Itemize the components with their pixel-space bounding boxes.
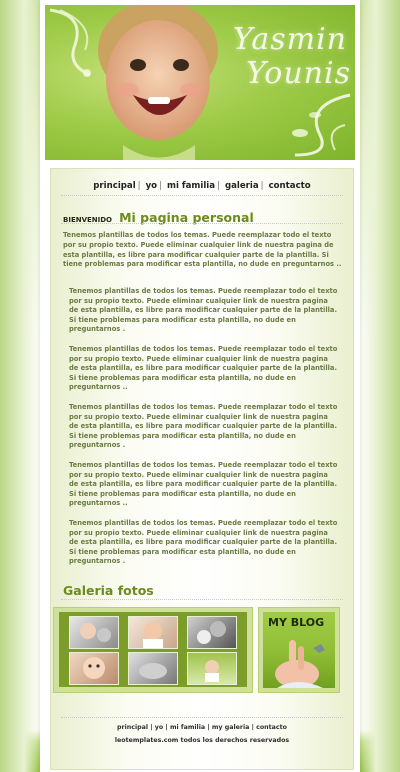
nav-link-yo[interactable]: yo — [146, 181, 158, 191]
footer-link-mi-familia[interactable]: mi familia — [170, 724, 205, 731]
content-panel: principal | yo | mi familia | galeria | cont… — [50, 168, 354, 770]
gallery-thumbnail[interactable] — [187, 652, 237, 685]
right-background-glow — [360, 0, 400, 772]
footer-copyright: leotemplates.com todos los derechos rese… — [114, 737, 290, 744]
baby-photo-icon — [205, 660, 219, 682]
header-banner: Yasmin Younis — [45, 5, 355, 160]
baby-photo-icon — [139, 663, 167, 679]
baby-photo-icon — [197, 621, 226, 644]
corner-swirl-ornament — [49, 8, 91, 77]
floral-swirl-ornament — [292, 93, 351, 157]
content-paragraph: Tenemos plantillas de todos los temas. P… — [69, 461, 338, 508]
baby-hand-icon — [275, 640, 325, 688]
main-navigation: principal | yo | mi familia | galeria | cont… — [93, 181, 311, 191]
content-paragraph: Tenemos plantillas de todos los temas. P… — [69, 345, 338, 392]
nav-divider — [61, 195, 343, 196]
left-background-glow — [0, 0, 40, 772]
footer-navigation: principal | yo | mi familia | my galeria… — [117, 724, 287, 731]
footer-link-my-galeria[interactable]: my galeria — [212, 724, 250, 731]
content-paragraph: Tenemos plantillas de todos los temas. P… — [69, 403, 338, 450]
baby-photo-icon — [143, 622, 163, 648]
nav-link-contacto[interactable]: contacto — [269, 181, 311, 191]
baby-photo-icon — [83, 657, 105, 679]
gallery-thumbnail[interactable] — [69, 652, 119, 685]
gallery-thumbnail[interactable] — [187, 616, 237, 649]
page-container: Yasmin Younis principal | yo | mi familia |… — [40, 0, 360, 772]
brand-first-name: Yasmin — [232, 22, 347, 57]
gallery-title: Galeria fotos — [63, 583, 154, 598]
nav-link-galeria[interactable]: galeria — [225, 181, 259, 191]
gallery-thumbnail[interactable] — [69, 616, 119, 649]
gallery-divider — [61, 599, 343, 600]
footer-divider — [61, 717, 343, 718]
content-paragraph: Tenemos plantillas de todos los temas. P… — [69, 519, 338, 566]
site-brand-title: Yasmin Younis — [232, 22, 350, 91]
footer-link-yo[interactable]: yo — [155, 724, 163, 731]
gallery-thumbnails — [59, 612, 247, 687]
footer-link-principal[interactable]: principal — [117, 724, 148, 731]
blog-banner[interactable]: MY BLOG — [263, 612, 335, 688]
photo-gallery — [53, 607, 253, 693]
nav-link-principal[interactable]: principal — [93, 181, 135, 191]
footer-link-contacto[interactable]: contacto — [256, 724, 287, 731]
brand-last-name: Younis — [246, 56, 351, 91]
nav-link-mi-familia[interactable]: mi familia — [167, 181, 215, 191]
welcome-divider — [61, 223, 343, 224]
baby-photo-icon — [80, 623, 111, 642]
content-paragraph: Tenemos plantillas de todos los temas. P… — [69, 287, 338, 334]
blog-link-box[interactable]: MY BLOG — [258, 607, 340, 693]
gallery-thumbnail[interactable] — [128, 616, 178, 649]
gallery-thumbnail[interactable] — [128, 652, 178, 685]
intro-text: Tenemos plantillas de todos los temas. P… — [63, 231, 342, 269]
